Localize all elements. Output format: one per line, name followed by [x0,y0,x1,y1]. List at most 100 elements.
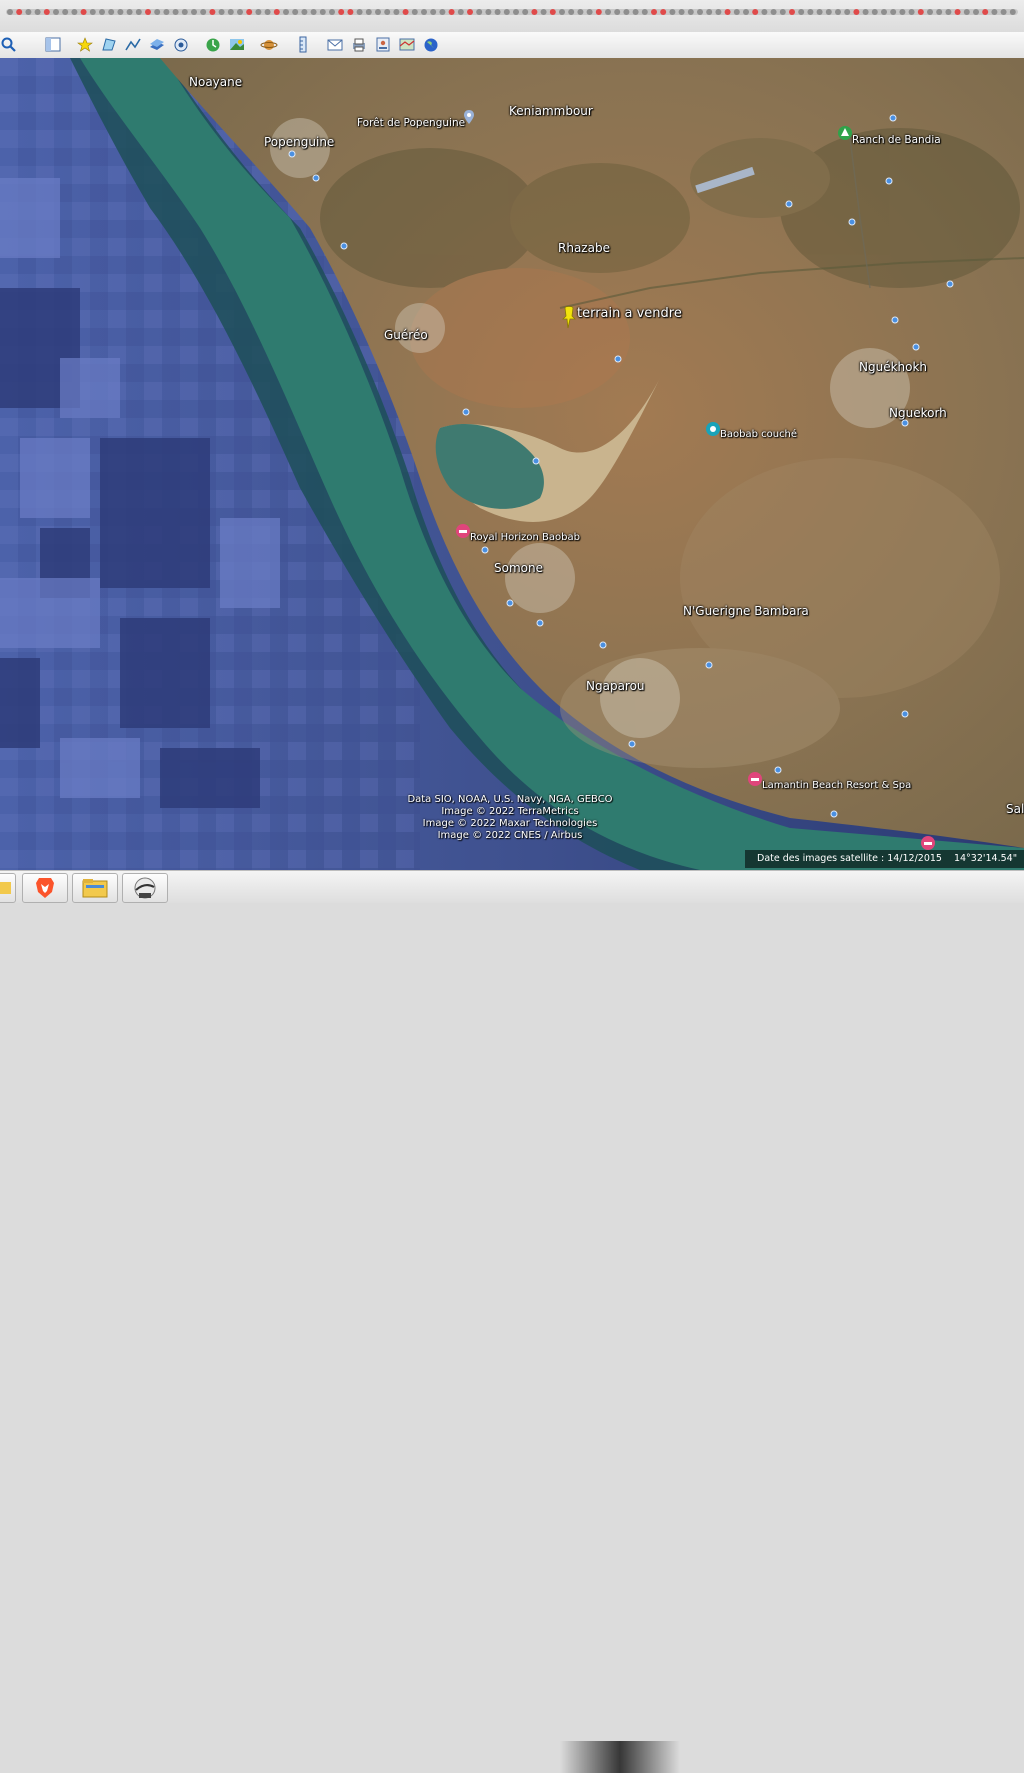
tab-dot [338,9,345,15]
tab-dot [522,9,529,15]
tab-dot [623,9,630,15]
tab-dot [816,9,823,15]
tab-dot [513,9,519,15]
tab-dot [384,9,391,15]
tab-dot [71,9,78,15]
tab-dot [292,9,299,15]
map-status-bar: Date des images satellite : 14/12/2015 14… [745,850,1024,868]
tab-dot [154,9,161,15]
tab-dot [614,9,621,15]
tab-dot [273,9,280,15]
credit-line: Data SIO, NOAA, U.S. Navy, NGA, GEBCO [407,794,613,805]
tab-dot [62,9,69,15]
tab-dot [264,9,271,15]
google-earth-icon[interactable] [122,873,168,903]
email-icon[interactable] [326,36,344,53]
tab-dot [890,9,897,15]
tab-dot [660,9,667,15]
tab-dot [761,9,768,15]
tab-dot [743,9,749,15]
imagery-credits: Data SIO, NOAA, U.S. Navy, NGA, GEBCO Im… [380,794,640,842]
tab-dot [163,9,170,15]
tab-dot [43,9,50,15]
tab-dot [457,9,464,15]
tab-dot [669,9,676,15]
tab-dot [678,9,685,15]
tab-dot [853,9,860,15]
sunlight-icon[interactable] [228,36,246,53]
file-explorer-icon[interactable] [72,873,118,903]
tab-dot [844,9,851,15]
tab-dot [724,9,731,15]
tab-dot [172,9,179,15]
os-taskbar [0,870,1024,1773]
tab-dot [651,9,657,15]
folder-icon[interactable] [0,873,16,903]
tab-dot [347,9,354,15]
search-icon[interactable] [0,36,18,53]
tab-dot [779,9,786,15]
sidebar-icon[interactable] [44,36,62,53]
tab-dot [53,9,59,15]
historical-imagery-icon[interactable] [204,36,222,53]
record-tour-icon[interactable] [172,36,190,53]
tab-dot [697,9,703,15]
tab-dot [862,9,869,15]
tab-dot [89,9,96,15]
tab-dot [329,9,335,15]
coordinates-readout: 14°32'14.54" [953,853,1018,864]
tab-dot [881,9,887,15]
ruler-icon[interactable] [294,36,312,53]
add-path-icon[interactable] [124,36,142,53]
tab-dot [540,9,547,15]
tab-dot [559,9,565,15]
tab-dot [467,9,473,15]
tab-dot [936,9,943,15]
tab-dot [218,9,225,15]
tab-dot [973,9,979,15]
credit-line: Image © 2022 TerraMetrics [441,806,579,817]
tab-dot [798,9,805,15]
save-image-icon[interactable] [374,36,392,53]
tab-dot [715,9,722,15]
tab-dot [577,9,584,15]
tab-dot [237,9,243,15]
tab-dot [899,9,906,15]
tab-indicator-strip [6,9,1018,15]
tab-dot [34,9,41,15]
tab-dot [963,9,970,15]
tab-dot [246,9,253,15]
tab-dot [25,9,32,15]
tab-dot [835,9,841,15]
imagery-date: Date des images satellite : 14/12/2015 [757,853,942,864]
tab-dot [126,9,133,15]
tab-dot [375,9,381,15]
tab-dot [7,9,13,15]
tab-dot [1000,9,1007,15]
print-icon[interactable] [350,36,368,53]
tab-dot [549,9,556,15]
tab-dot [181,9,188,15]
tab-dot [991,9,998,15]
browser-tab-strip [0,0,1024,32]
add-placemark-icon[interactable] [76,36,94,53]
maps-icon[interactable] [398,36,416,53]
add-polygon-icon[interactable] [100,36,118,53]
tab-dot [982,9,989,15]
satellite-map-view[interactable]: Noayane Popenguine Forêt de Popenguine K… [0,58,1024,870]
taskbar-shadow [560,1741,680,1773]
planets-icon[interactable] [260,36,278,53]
tab-dot [439,9,446,15]
brave-browser-icon[interactable] [22,873,68,903]
tab-dot [209,9,216,15]
credit-line: Image © 2022 Maxar Technologies [422,818,598,829]
tab-dot [568,9,575,15]
add-overlay-icon[interactable] [148,36,166,53]
small-poi-dots [288,114,954,818]
tab-dot [393,9,400,15]
tab-dot [448,9,455,15]
credit-line: Image © 2022 CNES / Airbus [437,830,583,841]
earth-icon[interactable] [422,36,440,53]
tab-dot [595,9,602,15]
tab-dot [402,9,409,15]
